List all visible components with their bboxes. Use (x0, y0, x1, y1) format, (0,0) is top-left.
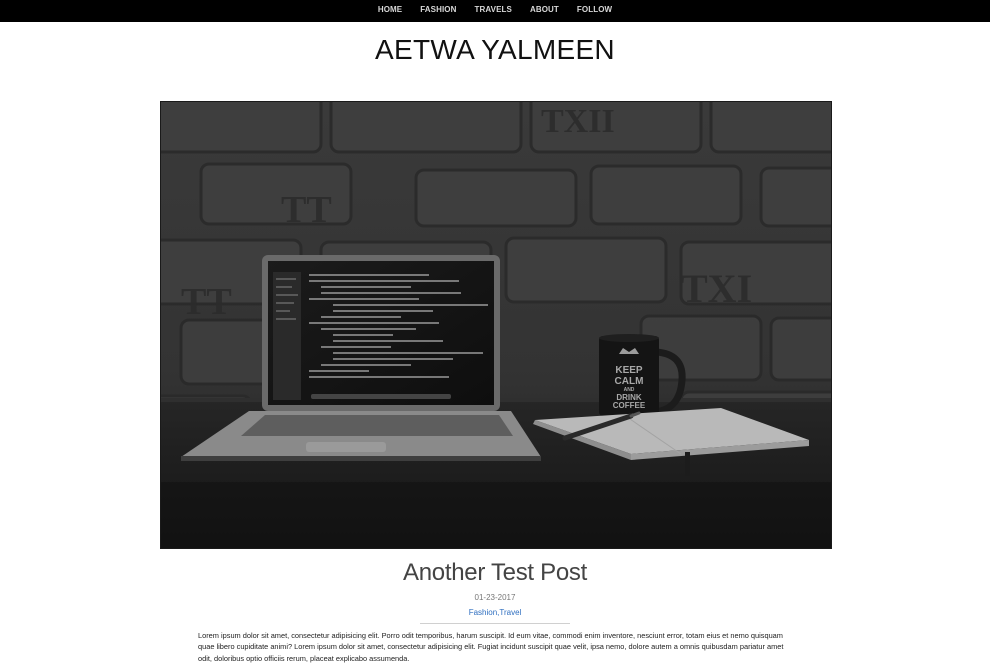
post-divider (420, 623, 570, 624)
nav-link-travels[interactable]: TRAVELS (475, 1, 512, 21)
wall-engraving-top: TXII (541, 103, 615, 140)
wall-engraving-right: TXI (681, 266, 752, 311)
post-date: 01-23-2017 (474, 593, 516, 602)
post-categories: Fashion,Travel (0, 608, 990, 617)
post-title[interactable]: Another Test Post (0, 559, 990, 587)
nav-link-about[interactable]: ABOUT (530, 1, 559, 21)
wall-engraving-left: TT (281, 189, 332, 231)
site-title[interactable]: AETWA YALMEEN (0, 34, 990, 66)
post-excerpt: Lorem ipsum dolor sit amet, consectetur … (198, 631, 784, 663)
post-categories-link[interactable]: Fashion,Travel (469, 608, 522, 617)
featured-photo-laptop-and-coffee: TXII TT TXI TT KEEP CALM AND DRINK COFFE… (161, 102, 831, 548)
nav-link-follow[interactable]: FOLLOW (577, 1, 612, 21)
mug-text-line-1: KEEP (615, 365, 643, 376)
nav-link-fashion[interactable]: FASHION (420, 1, 456, 21)
mug-text-line-2: CALM (615, 376, 644, 387)
top-navigation: HOME FASHION TRAVELS ABOUT FOLLOW (0, 0, 990, 22)
featured-image[interactable]: TXII TT TXI TT KEEP CALM AND DRINK COFFE… (160, 101, 832, 549)
mug-text-line-5: COFFEE (613, 401, 646, 410)
wall-engraving-lower-left: TT (181, 281, 232, 323)
nav-link-home[interactable]: HOME (378, 1, 402, 21)
